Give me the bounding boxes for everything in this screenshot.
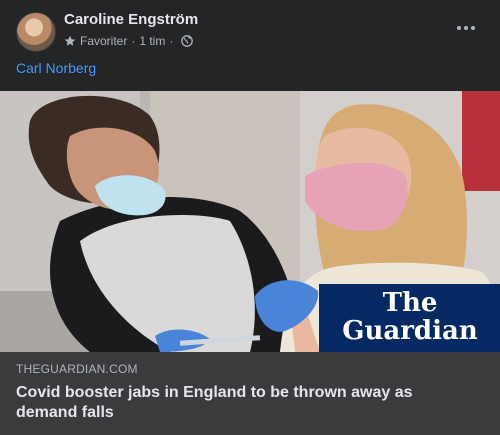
post-header: Caroline Engström Favoriter · 1 tim · bbox=[0, 0, 500, 58]
author-avatar[interactable] bbox=[16, 12, 56, 52]
author-name[interactable]: Caroline Engström bbox=[64, 11, 198, 28]
ellipsis-icon bbox=[464, 26, 468, 30]
ellipsis-icon bbox=[457, 26, 461, 30]
meta-separator: · bbox=[131, 34, 136, 48]
ellipsis-icon bbox=[471, 26, 475, 30]
facebook-post: Caroline Engström Favoriter · 1 tim · Ca… bbox=[0, 0, 500, 435]
star-icon bbox=[64, 35, 76, 46]
link-preview-image[interactable]: The Guardian bbox=[0, 91, 500, 352]
meta-separator: · bbox=[169, 34, 174, 48]
globe-icon bbox=[181, 35, 194, 47]
guardian-logo-line2: Guardian bbox=[342, 316, 478, 346]
post-meta: Favoriter · 1 tim · bbox=[64, 33, 194, 49]
link-info[interactable]: THEGUARDIAN.COM Covid booster jabs in En… bbox=[0, 352, 500, 435]
vaccination-photo: The Guardian bbox=[0, 91, 500, 352]
link-domain: THEGUARDIAN.COM bbox=[16, 362, 138, 376]
post-message[interactable]: Carl Norberg bbox=[16, 60, 96, 76]
link-preview-card[interactable]: The Guardian THEGUARDIAN.COM Covid boost… bbox=[0, 91, 500, 435]
guardian-logo-line1: The bbox=[383, 288, 438, 318]
post-options-button[interactable] bbox=[452, 14, 480, 42]
link-headline[interactable]: Covid booster jabs in England to be thro… bbox=[16, 383, 456, 423]
audience-label: Favoriter bbox=[80, 34, 128, 48]
post-timestamp[interactable]: 1 tim bbox=[139, 34, 165, 48]
